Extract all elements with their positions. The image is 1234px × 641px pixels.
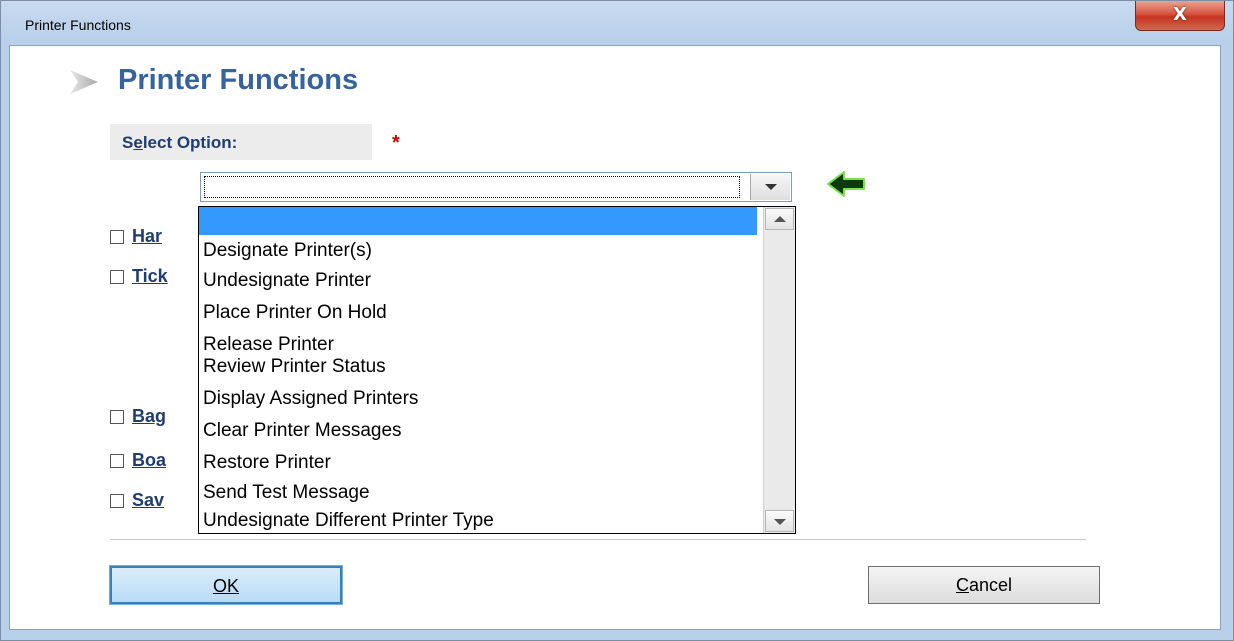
page-title: Printer Functions (118, 64, 359, 96)
dropdown-option[interactable]: Restore Printer (203, 451, 331, 475)
required-indicator: * (392, 132, 400, 154)
dropdown-option[interactable]: Designate Printer(s) (203, 239, 372, 263)
close-button[interactable]: X (1135, 1, 1225, 31)
checkbox[interactable] (110, 230, 124, 244)
chevron-up-icon (774, 216, 786, 222)
option-label[interactable]: Har (132, 226, 162, 247)
ok-button-label: OK (212, 576, 239, 596)
chevron-down-icon (765, 184, 777, 190)
dropdown-option[interactable]: Review Printer Status (203, 355, 386, 379)
chevron-down-icon (774, 519, 786, 525)
divider (110, 539, 1086, 540)
dropdown-option[interactable]: Clear Printer Messages (203, 419, 402, 443)
checkbox[interactable] (110, 454, 124, 468)
dropdown-option[interactable]: Display Assigned Printers (203, 387, 418, 411)
select-option-label-text: Select Option: (122, 133, 238, 152)
highlighted-option[interactable] (199, 207, 757, 235)
scroll-down-button[interactable] (765, 510, 794, 532)
select-option-combobox[interactable] (200, 172, 792, 202)
dropdown-option[interactable]: Release Printer (203, 333, 334, 357)
option-label[interactable]: Bag (132, 406, 166, 427)
dialog-body: Printer Functions Select Option: * Har T… (9, 45, 1221, 630)
window-title: Printer Functions (25, 17, 131, 33)
select-option-label: Select Option: (110, 124, 372, 160)
option-label[interactable]: Sav (132, 490, 164, 511)
dialog-window: Printer Functions X Printer Functions Se… (0, 0, 1234, 641)
scrollbar-thumb[interactable] (765, 231, 794, 506)
checkbox[interactable] (110, 410, 124, 424)
go-arrow-icon[interactable] (826, 170, 868, 198)
dropdown-scrollbar[interactable] (763, 207, 795, 533)
checkbox[interactable] (110, 494, 124, 508)
option-label[interactable]: Boa (132, 450, 166, 471)
scroll-up-button[interactable] (765, 208, 794, 230)
dropdown-option[interactable]: Place Printer On Hold (203, 301, 387, 325)
option-label[interactable]: Tick (132, 266, 168, 287)
combobox-dropdown-button[interactable] (750, 174, 790, 200)
select-option-value[interactable] (204, 176, 740, 198)
chevron-right-icon (70, 70, 98, 94)
select-option-dropdown-list[interactable]: Designate Printer(s) Undesignate Printer… (198, 206, 796, 534)
dropdown-option[interactable]: Undesignate Different Printer Type (203, 509, 494, 533)
close-icon: X (1173, 4, 1187, 25)
checkbox[interactable] (110, 270, 124, 284)
title-bar[interactable]: Printer Functions X (1, 1, 1233, 45)
dropdown-option[interactable]: Undesignate Printer (203, 269, 371, 293)
cancel-button-label: Cancel (955, 575, 1013, 595)
dropdown-option[interactable]: Send Test Message (203, 481, 370, 505)
ok-button[interactable]: OK (109, 565, 343, 605)
cancel-button[interactable]: Cancel (868, 566, 1100, 604)
